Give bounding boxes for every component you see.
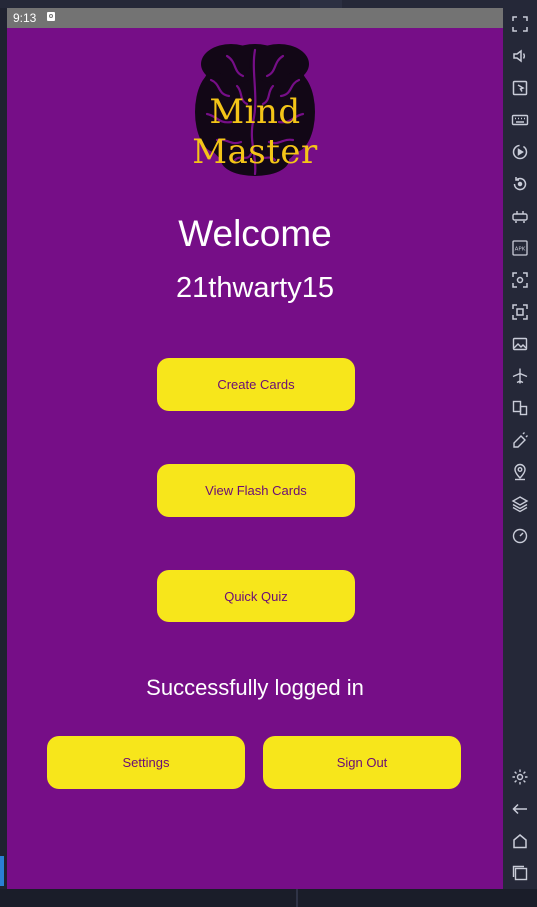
quick-quiz-button[interactable]: Quick Quiz <box>157 570 355 622</box>
pointer-icon[interactable] <box>511 79 529 97</box>
notification-icon <box>47 12 55 21</box>
rotate-icon[interactable] <box>511 175 529 193</box>
status-bar: 9:13 <box>7 8 503 28</box>
app-logo: Mind Master <box>147 42 363 178</box>
controller-icon[interactable] <box>511 207 529 225</box>
back-icon[interactable] <box>511 800 529 818</box>
emulator-bottom-strip <box>0 889 537 907</box>
svg-text:APK: APK <box>515 247 526 253</box>
username-label: 21thwarty15 <box>176 272 334 304</box>
erase-icon[interactable] <box>511 431 529 449</box>
apk-icon[interactable]: APK <box>511 239 529 257</box>
location-icon[interactable] <box>511 463 529 481</box>
volume-icon[interactable] <box>511 47 529 65</box>
screen-record-icon[interactable] <box>511 303 529 321</box>
emulator-toolbar: APK <box>503 8 537 889</box>
multi-instance-icon[interactable] <box>511 399 529 417</box>
settings-icon[interactable] <box>511 768 529 786</box>
view-flash-cards-button[interactable]: View Flash Cards <box>157 464 355 517</box>
keyboard-icon[interactable] <box>511 111 529 129</box>
emulator-top-tab <box>300 0 342 8</box>
home-icon[interactable] <box>511 832 529 850</box>
recents-icon[interactable] <box>511 864 529 882</box>
app-logo-text: Mind Master <box>192 92 318 172</box>
media-icon[interactable] <box>511 335 529 353</box>
airplane-icon[interactable] <box>511 367 529 385</box>
speed-icon[interactable] <box>511 527 529 545</box>
record-icon[interactable] <box>511 143 529 161</box>
layers-icon[interactable] <box>511 495 529 513</box>
status-time: 9:13 <box>13 11 37 25</box>
login-status-message: Successfully logged in <box>146 675 364 700</box>
welcome-heading: Welcome <box>178 213 332 254</box>
create-cards-button[interactable]: Create Cards <box>157 358 355 411</box>
sign-out-button[interactable]: Sign Out <box>263 736 461 789</box>
fullscreen-icon[interactable] <box>511 15 529 33</box>
emulator-bottom-divider <box>296 889 298 907</box>
emulator-top-strip <box>0 0 537 8</box>
screenshot-icon[interactable] <box>511 271 529 289</box>
emulator-left-accent <box>0 856 4 886</box>
settings-button[interactable]: Settings <box>47 736 245 789</box>
phone-screen: 9:13 Mind Master Welcome 21thwarty15 Cre… <box>7 8 503 889</box>
